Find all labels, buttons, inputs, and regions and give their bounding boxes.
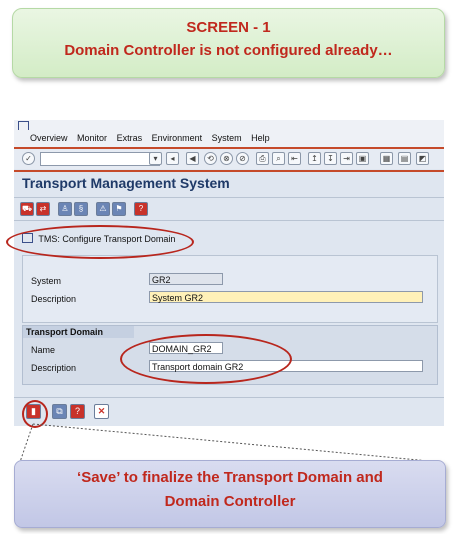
save-callout: ‘Save’ to finalize the Transport Domain … [14,460,446,528]
save-callout-line1: ‘Save’ to finalize the Transport Domain … [77,469,383,486]
callout-pointer [19,423,441,463]
save-callout-line2: Domain Controller [164,493,296,510]
